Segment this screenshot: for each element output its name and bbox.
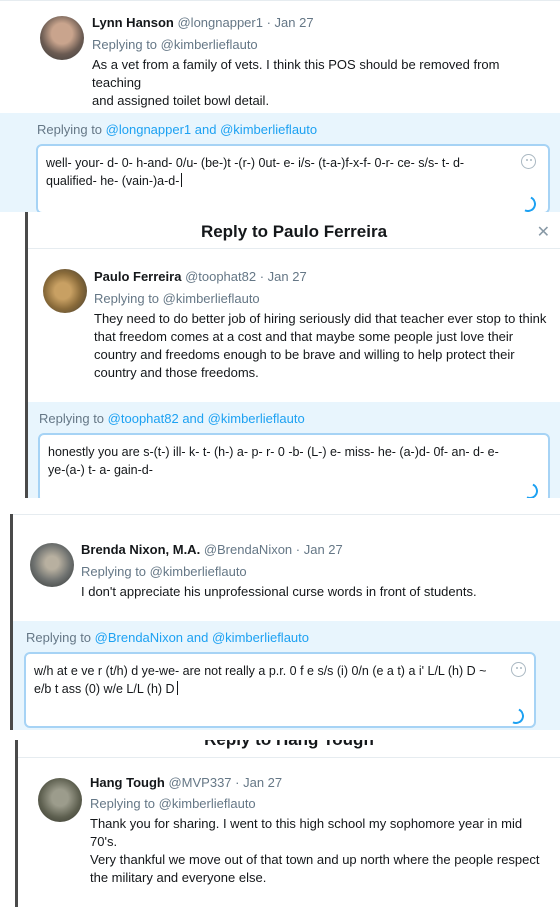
reply-panel-hang-tough: Reply to Hang Tough Hang Tough @MVP337 ·… xyxy=(15,740,560,907)
tweet-text-line: As a vet from a family of vets. I think … xyxy=(92,57,500,90)
emoji-icon[interactable] xyxy=(511,662,526,677)
tweet-text: I don't appreciate his unprofessional cu… xyxy=(81,583,551,601)
reply-panel-lynn-hanson: Lynn Hanson @longnapper1 · Jan 27 Replyi… xyxy=(0,0,560,212)
reply-text-line: e/b t ass (0) w/e L/L (h) D xyxy=(34,682,175,696)
mention-link[interactable]: @kimberlieflauto xyxy=(212,630,309,645)
author-handle[interactable]: @BrendaNixon xyxy=(204,542,292,557)
mention-conjunction: and xyxy=(194,122,217,137)
character-count-ring-icon xyxy=(505,705,527,727)
author-handle[interactable]: @MVP337 xyxy=(168,775,231,790)
tweet-text-line: They need to do better job of hiring ser… xyxy=(94,311,547,326)
tweet-date[interactable]: · Jan 27 xyxy=(260,269,307,284)
tweet-text: They need to do better job of hiring ser… xyxy=(94,310,554,382)
reply-text[interactable]: w/h at e ve r (t/h) d ye-we- are not rea… xyxy=(34,662,514,698)
tweet-date[interactable]: · Jan 27 xyxy=(296,542,343,557)
divider xyxy=(0,0,560,1)
reply-context-label: Replying to @BrendaNixon and @kimberlief… xyxy=(26,630,309,645)
reply-text-line: ye-(a-) t- a- gain-d- xyxy=(48,463,153,477)
reply-compose-box[interactable]: well- your- d- 0- h-and- 0/u- (be-)t -(r… xyxy=(36,144,550,212)
tweet-text-line: the military and everyone else. xyxy=(90,870,267,885)
close-icon[interactable]: ✕ xyxy=(537,222,550,242)
text-caret xyxy=(176,681,178,695)
tweet-text-line: 70's. xyxy=(90,834,118,849)
text-caret xyxy=(181,173,183,187)
tweet-header: Hang Tough @MVP337 · Jan 27 xyxy=(90,775,282,790)
reply-text[interactable]: well- your- d- 0- h-and- 0/u- (be-)t -(r… xyxy=(46,154,516,190)
reply-panel-paulo-ferreira: Reply to Paulo Ferreira ✕ Paulo Ferreira… xyxy=(25,212,560,498)
replying-to-label: Replying to @kimberlieflauto xyxy=(81,564,247,579)
divider xyxy=(28,248,560,249)
tweet-text: Thank you for sharing. I went to this hi… xyxy=(90,815,558,887)
divider xyxy=(18,757,560,758)
modal-title: Reply to Hang Tough xyxy=(18,740,560,750)
replying-prefix: Replying to xyxy=(39,411,105,426)
reply-context-bar: Replying to @BrendaNixon and @kimberlief… xyxy=(13,621,560,730)
tweet-text-line: I don't appreciate his unprofessional cu… xyxy=(81,584,477,599)
mention-link[interactable]: @kimberlieflauto xyxy=(208,411,305,426)
mention-link[interactable]: @kimberlieflauto xyxy=(220,122,317,137)
reply-compose-box[interactable]: w/h at e ve r (t/h) d ye-we- are not rea… xyxy=(24,652,536,728)
tweet-text-line: Thank you for sharing. I went to this hi… xyxy=(90,816,523,831)
tweet-text-line: country and freedoms enough to be brave … xyxy=(94,347,515,362)
tweet-text-line: and assigned toilet bowl detail. xyxy=(92,93,270,108)
avatar[interactable] xyxy=(38,778,82,822)
author-name[interactable]: Paulo Ferreira xyxy=(94,269,181,284)
tweet-text: As a vet from a family of vets. I think … xyxy=(92,56,552,110)
reply-text-line: honestly you are s-(t-) ill- k- t- (h-) … xyxy=(48,445,499,459)
replying-to-label: Replying to @kimberlieflauto xyxy=(92,37,258,52)
character-count-ring-icon xyxy=(519,480,541,498)
replying-prefix: Replying to xyxy=(26,630,92,645)
tweet-text-line: country and those freedoms. xyxy=(94,365,259,380)
reply-text-line: qualified- he- (vain-)a-d- xyxy=(46,174,180,188)
author-name[interactable]: Lynn Hanson xyxy=(92,15,174,30)
mention-link[interactable]: @longnapper1 xyxy=(106,122,191,137)
mention-conjunction: and xyxy=(182,411,205,426)
reply-compose-box[interactable]: honestly you are s-(t-) ill- k- t- (h-) … xyxy=(38,433,550,498)
replying-to-label: Replying to @kimberlieflauto xyxy=(94,291,260,306)
reply-context-bar: Replying to @toophat82 and @kimberliefla… xyxy=(28,402,560,498)
reply-context-bar: Replying to @longnapper1 and @kimberlief… xyxy=(0,113,560,212)
mention-link[interactable]: @toophat82 xyxy=(108,411,179,426)
tweet-header: Brenda Nixon, M.A. @BrendaNixon · Jan 27 xyxy=(81,542,343,557)
modal-title: Reply to Paulo Ferreira xyxy=(200,222,388,241)
tweet-text-line: Very thankful we move out of that town a… xyxy=(90,852,540,867)
mention-conjunction: and xyxy=(186,630,209,645)
avatar[interactable] xyxy=(40,16,84,60)
reply-text-line: well- your- d- 0- h-and- 0/u- (be-)t -(r… xyxy=(46,156,465,170)
author-name[interactable]: Brenda Nixon, M.A. xyxy=(81,542,200,557)
replying-prefix: Replying to xyxy=(37,122,103,137)
tweet-header: Lynn Hanson @longnapper1 · Jan 27 xyxy=(92,15,314,30)
reply-text-line: w/h at e ve r (t/h) d ye-we- are not rea… xyxy=(34,664,487,678)
author-handle[interactable]: @toophat82 xyxy=(185,269,256,284)
author-name[interactable]: Hang Tough xyxy=(90,775,165,790)
reply-context-label: Replying to @longnapper1 and @kimberlief… xyxy=(37,122,317,137)
tweet-date[interactable]: · Jan 27 xyxy=(235,775,282,790)
tweet-header: Paulo Ferreira @toophat82 · Jan 27 xyxy=(94,269,307,284)
mention-link[interactable]: @BrendaNixon xyxy=(95,630,183,645)
tweet-date[interactable]: · Jan 27 xyxy=(267,15,314,30)
reply-panel-brenda-nixon: Brenda Nixon, M.A. @BrendaNixon · Jan 27… xyxy=(10,514,560,730)
avatar[interactable] xyxy=(43,269,87,313)
replying-to-label: Replying to @kimberlieflauto xyxy=(90,796,256,811)
emoji-icon[interactable] xyxy=(521,154,536,169)
avatar[interactable] xyxy=(30,543,74,587)
reply-context-label: Replying to @toophat82 and @kimberliefla… xyxy=(39,411,305,426)
tweet-text-line: that freedom comes at a cost and that ma… xyxy=(94,329,514,344)
reply-text[interactable]: honestly you are s-(t-) ill- k- t- (h-) … xyxy=(48,443,518,479)
author-handle[interactable]: @longnapper1 xyxy=(177,15,262,30)
character-count-ring-icon xyxy=(517,193,539,212)
divider xyxy=(13,514,560,515)
